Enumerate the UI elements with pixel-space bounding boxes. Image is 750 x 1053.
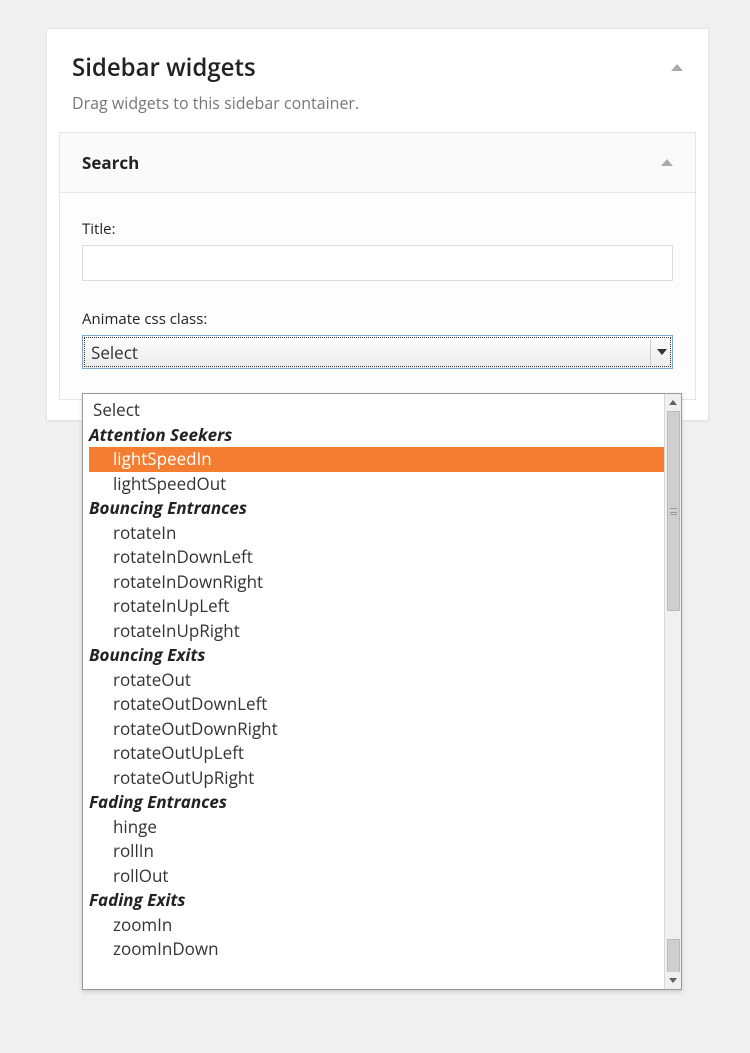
title-input[interactable] xyxy=(82,245,673,281)
dropdown-option[interactable]: rotateInUpLeft xyxy=(89,594,664,619)
sidebar-widgets-panel: Sidebar widgets Drag widgets to this sid… xyxy=(46,28,709,421)
dropdown-option[interactable]: rotateInUpRight xyxy=(89,619,664,644)
dropdown-option[interactable]: lightSpeedIn xyxy=(89,447,664,472)
scroll-grip-icon xyxy=(670,508,677,515)
dropdown-optgroup-label: Bouncing Entrances xyxy=(89,496,664,521)
scroll-up-button[interactable] xyxy=(665,394,681,411)
dropdown-option[interactable]: rotateInDownLeft xyxy=(89,545,664,570)
animate-label: Animate css class: xyxy=(82,309,673,329)
dropdown-option[interactable]: rotateOutUpLeft xyxy=(89,741,664,766)
title-label: Title: xyxy=(82,219,673,239)
chevron-down-icon xyxy=(657,349,667,355)
dropdown-option[interactable]: rollIn xyxy=(89,839,664,864)
widget-search: Search Title: Animate css class: Select xyxy=(59,132,696,400)
dropdown-option[interactable]: rotateInDownRight xyxy=(89,570,664,595)
dropdown-option[interactable]: rotateOut xyxy=(89,668,664,693)
widget-body: Title: Animate css class: Select xyxy=(60,193,695,399)
collapse-panel-icon[interactable] xyxy=(671,64,683,71)
widget-name: Search xyxy=(82,151,139,174)
dropdown-optgroup-label: Attention Seekers xyxy=(89,423,664,448)
scroll-down-button[interactable] xyxy=(665,972,681,989)
dropdown-option[interactable]: Select xyxy=(89,398,664,423)
animate-select-value: Select xyxy=(91,341,138,364)
dropdown-scrollbar[interactable] xyxy=(664,394,681,989)
dropdown-option[interactable]: rotateIn xyxy=(89,521,664,546)
dropdown-option[interactable]: rotateOutUpRight xyxy=(89,766,664,791)
dropdown-optgroup-label: Bouncing Exits xyxy=(89,643,664,668)
panel-description: Drag widgets to this sidebar container. xyxy=(72,92,683,114)
dropdown-option[interactable]: zoomIn xyxy=(89,913,664,938)
panel-title: Sidebar widgets xyxy=(72,51,256,84)
dropdown-optgroup-label: Fading Exits xyxy=(89,888,664,913)
dropdown-option[interactable]: hinge xyxy=(89,815,664,840)
animate-select-dropdown: SelectAttention SeekerslightSpeedInlight… xyxy=(82,393,682,990)
widget-header[interactable]: Search xyxy=(60,133,695,193)
scroll-thumb-lower[interactable] xyxy=(667,939,680,973)
dropdown-listbox[interactable]: SelectAttention SeekerslightSpeedInlight… xyxy=(83,394,664,989)
dropdown-option[interactable]: rotateOutDownLeft xyxy=(89,692,664,717)
triangle-up-icon xyxy=(669,400,677,405)
scroll-thumb[interactable] xyxy=(667,411,680,611)
select-arrow xyxy=(650,339,668,365)
dropdown-option[interactable]: rotateOutDownRight xyxy=(89,717,664,742)
triangle-down-icon xyxy=(669,978,677,983)
dropdown-option[interactable]: zoomInDown xyxy=(89,937,664,962)
dropdown-option[interactable]: rollOut xyxy=(89,864,664,889)
dropdown-optgroup-label: Fading Entrances xyxy=(89,790,664,815)
animate-select[interactable]: Select xyxy=(82,335,673,369)
panel-header: Sidebar widgets Drag widgets to this sid… xyxy=(47,29,708,114)
collapse-widget-icon[interactable] xyxy=(661,159,673,166)
dropdown-option[interactable]: lightSpeedOut xyxy=(89,472,664,497)
